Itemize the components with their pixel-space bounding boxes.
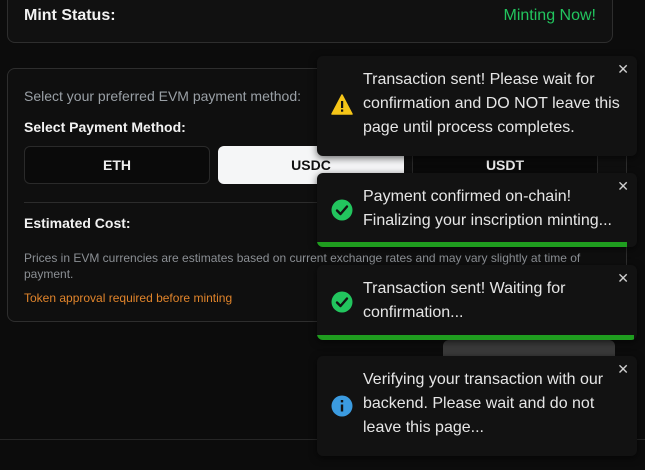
toast-message: Transaction sent! Waiting for confirmati…	[363, 280, 566, 321]
toast-progress-bar	[317, 335, 634, 340]
info-icon	[331, 395, 353, 417]
approval-note: Token approval required before minting	[24, 291, 233, 305]
close-icon[interactable]: ✕	[617, 361, 629, 378]
check-circle-icon	[331, 291, 353, 313]
close-icon[interactable]: ✕	[617, 178, 629, 195]
mint-status-label: Mint Status:	[24, 7, 116, 24]
mint-status-value: Minting Now!	[503, 7, 596, 24]
payment-intro-text: Select your preferred EVM payment method…	[24, 88, 302, 104]
toast-success: Transaction sent! Waiting for confirmati…	[317, 265, 637, 340]
toast-message: Payment confirmed on-chain! Finalizing y…	[363, 188, 612, 229]
warning-icon	[331, 94, 353, 115]
mint-status-card: Mint Status: Minting Now!	[7, 0, 613, 43]
toast-warning: Transaction sent! Please wait for confir…	[317, 56, 637, 156]
toast-info: Verifying your transaction with our back…	[317, 356, 637, 456]
toast-progress-bar	[317, 242, 628, 247]
toast-success: Payment confirmed on-chain! Finalizing y…	[317, 173, 637, 247]
close-icon[interactable]: ✕	[617, 61, 629, 78]
check-circle-icon	[331, 199, 353, 221]
payment-method-label: Select Payment Method:	[24, 119, 186, 135]
toast-message: Verifying your transaction with our back…	[363, 371, 604, 436]
method-eth-button[interactable]: ETH	[24, 146, 210, 184]
estimated-cost-label: Estimated Cost:	[24, 215, 131, 231]
toast-message: Transaction sent! Please wait for confir…	[363, 71, 620, 136]
close-icon[interactable]: ✕	[617, 270, 629, 287]
